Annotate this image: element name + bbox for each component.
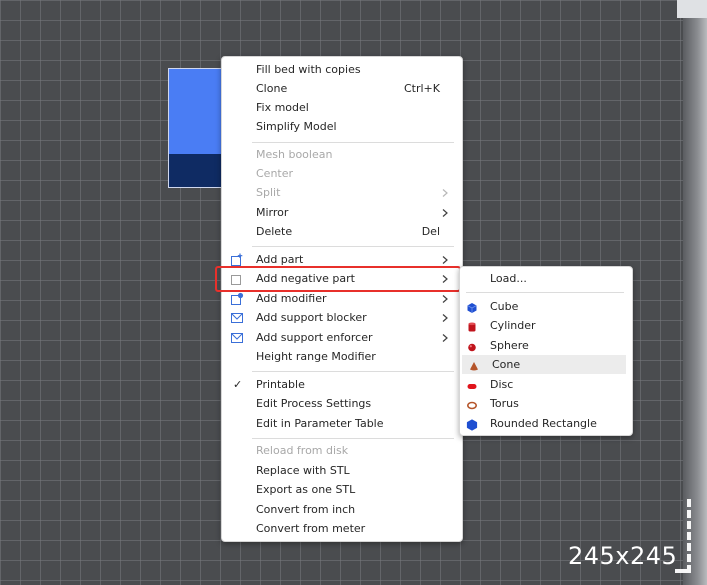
chevron-right-icon: [442, 183, 450, 197]
menu-item-label: Fill bed with copies: [256, 63, 361, 76]
menu-item-label: Add part: [256, 253, 304, 266]
menu-item-label: Printable: [256, 378, 305, 391]
submenu-item-label: Cone: [492, 358, 521, 371]
menu-item-label: Clone: [256, 82, 288, 95]
menu-item-label: Edit Process Settings: [256, 397, 372, 410]
menu-item-label: Delete: [256, 225, 293, 238]
chevron-right-icon: [442, 269, 450, 283]
menu-item-label: Fix model: [256, 101, 309, 114]
menu-separator: [252, 371, 454, 372]
negative-part-submenu: Load... Cube Cylinder Sphere Cone Disc T…: [459, 266, 633, 436]
menu-item-label: Convert from inch: [256, 503, 356, 516]
submenu-item-rounded-rectangle[interactable]: Rounded Rectangle: [460, 414, 632, 433]
menu-item-label: Center: [256, 167, 294, 180]
menu-item-add-modifier[interactable]: Add modifier: [222, 289, 462, 308]
rounded-rectangle-icon: [466, 418, 478, 431]
menu-item-replace-with-stl[interactable]: Replace with STL: [222, 461, 462, 480]
support-enforcer-icon: [230, 331, 244, 345]
clone-shortcut: Ctrl+K: [403, 82, 440, 95]
menu-item-reload-from-disk: Reload from disk: [222, 441, 462, 460]
menu-item-label: Reload from disk: [256, 444, 349, 457]
chevron-right-icon: [442, 250, 450, 264]
3d-model-top-face: [169, 69, 227, 154]
submenu-item-disc[interactable]: Disc: [460, 375, 632, 394]
add-modifier-icon: [230, 292, 244, 306]
menu-item-delete[interactable]: Delete Del: [222, 222, 462, 241]
menu-item-add-support-blocker[interactable]: Add support blocker: [222, 308, 462, 327]
menu-item-clone[interactable]: Clone Ctrl+K: [222, 79, 462, 98]
menu-item-label: Add modifier: [256, 292, 327, 305]
menu-item-mirror[interactable]: Mirror: [222, 203, 462, 222]
cube-icon: [466, 301, 478, 313]
menu-item-label: Convert from meter: [256, 522, 366, 535]
support-blocker-icon: [230, 311, 244, 325]
submenu-item-cone[interactable]: Cone: [462, 355, 626, 374]
menu-item-label: Mesh boolean: [256, 148, 333, 161]
menu-item-simplify-model[interactable]: Simplify Model: [222, 117, 462, 136]
submenu-item-cylinder[interactable]: Cylinder: [460, 316, 632, 335]
add-negative-part-icon: [230, 272, 244, 286]
chevron-right-icon: [442, 203, 450, 217]
object-context-menu: Fill bed with copies Clone Ctrl+K Fix mo…: [221, 56, 463, 542]
bed-size-label: 245x245: [568, 542, 678, 570]
menu-item-split: Split: [222, 183, 462, 202]
menu-item-convert-from-meter[interactable]: Convert from meter: [222, 519, 462, 538]
menu-item-label: Split: [256, 186, 281, 199]
menu-item-label: Export as one STL: [256, 483, 356, 496]
submenu-item-label: Rounded Rectangle: [490, 417, 597, 430]
menu-item-label: Replace with STL: [256, 464, 350, 477]
menu-item-label: Mirror: [256, 206, 289, 219]
submenu-item-label: Disc: [490, 378, 514, 391]
menu-item-fix-model[interactable]: Fix model: [222, 98, 462, 117]
submenu-item-label: Cylinder: [490, 319, 536, 332]
build-plate-corner: [677, 0, 707, 18]
menu-item-center: Center: [222, 164, 462, 183]
submenu-item-sphere[interactable]: Sphere: [460, 336, 632, 355]
build-plate-edge: [683, 0, 707, 585]
chevron-right-icon: [442, 328, 450, 342]
menu-item-add-part[interactable]: Add part: [222, 250, 462, 269]
bed-corner-marker: [675, 499, 691, 573]
menu-item-add-negative-part[interactable]: Add negative part: [222, 269, 462, 288]
menu-separator: [252, 142, 454, 143]
submenu-item-cube[interactable]: Cube: [460, 297, 632, 316]
check-icon: ✓: [233, 378, 243, 391]
submenu-item-torus[interactable]: Torus: [460, 394, 632, 413]
menu-item-convert-from-inch[interactable]: Convert from inch: [222, 500, 462, 519]
menu-item-label: Add support blocker: [256, 311, 367, 324]
add-part-icon: [230, 253, 244, 267]
submenu-item-load[interactable]: Load...: [460, 269, 632, 288]
submenu-item-label: Cube: [490, 300, 519, 313]
disc-icon: [466, 379, 478, 391]
menu-separator: [466, 292, 624, 293]
chevron-right-icon: [442, 308, 450, 322]
menu-separator: [252, 438, 454, 439]
cylinder-icon: [466, 320, 478, 332]
delete-shortcut: Del: [421, 225, 440, 238]
menu-item-edit-process-settings[interactable]: Edit Process Settings: [222, 394, 462, 413]
menu-separator: [252, 246, 454, 247]
menu-item-label: Add negative part: [256, 272, 355, 285]
torus-icon: [466, 398, 478, 410]
menu-item-height-range-modifier[interactable]: Height range Modifier: [222, 347, 462, 366]
chevron-right-icon: [442, 289, 450, 303]
sphere-icon: [466, 340, 478, 352]
menu-item-export-as-one-stl[interactable]: Export as one STL: [222, 480, 462, 499]
submenu-item-label: Torus: [490, 397, 519, 410]
menu-item-label: Edit in Parameter Table: [256, 417, 384, 430]
3d-model-object[interactable]: [168, 68, 228, 188]
submenu-item-label: Sphere: [490, 339, 529, 352]
submenu-item-label: Load...: [490, 272, 527, 285]
cone-icon: [468, 359, 480, 371]
menu-item-label: Simplify Model: [256, 120, 337, 133]
menu-item-mesh-boolean: Mesh boolean: [222, 145, 462, 164]
menu-item-fill-bed[interactable]: Fill bed with copies: [222, 60, 462, 79]
menu-item-printable[interactable]: ✓ Printable: [222, 375, 462, 394]
menu-item-edit-parameter-table[interactable]: Edit in Parameter Table: [222, 414, 462, 433]
menu-item-add-support-enforcer[interactable]: Add support enforcer: [222, 328, 462, 347]
menu-item-label: Add support enforcer: [256, 331, 373, 344]
menu-item-label: Height range Modifier: [256, 350, 376, 363]
